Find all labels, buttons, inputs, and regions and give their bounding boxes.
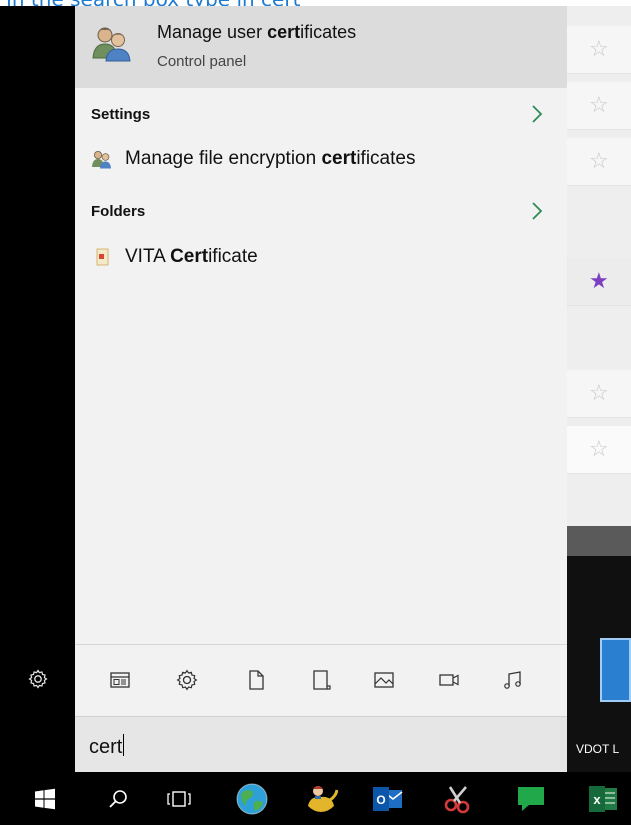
background-row: ☆	[567, 426, 631, 474]
document-file-icon	[91, 247, 113, 267]
task-view-icon[interactable]	[151, 772, 207, 825]
desktop-shortcut-label: VDOT L	[576, 742, 620, 756]
background-row: ☆	[567, 370, 631, 418]
svg-text:x: x	[593, 792, 601, 807]
star-outline-icon[interactable]: ☆	[589, 438, 609, 460]
windows-start-icon[interactable]	[17, 772, 73, 825]
users-icon	[91, 24, 131, 62]
excel-icon[interactable]: x	[575, 772, 631, 825]
background-row: ☆	[567, 26, 631, 74]
search-results-panel: Manage user certificates Control panel S…	[75, 6, 567, 772]
background-row: ☆	[567, 82, 631, 130]
photos-icon[interactable]	[373, 669, 395, 691]
svg-text:O: O	[376, 793, 385, 807]
search-input[interactable]: cert	[75, 716, 567, 772]
top-result-manage-user-certificates[interactable]: Manage user certificates Control panel	[75, 6, 567, 88]
background-row: ★	[567, 258, 631, 306]
background-row: ☆	[567, 138, 631, 186]
star-outline-icon[interactable]: ☆	[589, 38, 609, 60]
search-query-text: cert	[89, 734, 125, 758]
top-result-title: Manage user certificates	[157, 22, 357, 42]
users-icon	[91, 149, 113, 169]
outlook-icon[interactable]: O	[360, 772, 416, 825]
text-caret	[123, 734, 125, 756]
search-icon[interactable]	[90, 772, 146, 825]
chevron-right-icon[interactable]	[529, 104, 545, 124]
taskbar: O x	[0, 772, 631, 825]
videos-icon[interactable]	[438, 669, 460, 691]
music-icon[interactable]	[502, 669, 524, 691]
background-window: ☆ ☆ ☆ ★ ☆ ☆ VDOT L	[567, 6, 631, 772]
settings-icon[interactable]	[176, 669, 198, 691]
snipping-tool-icon[interactable]	[430, 772, 486, 825]
star-filled-icon[interactable]: ★	[589, 270, 609, 292]
chat-icon[interactable]	[503, 772, 559, 825]
section-settings-header: Settings	[91, 106, 151, 123]
globe-app-icon[interactable]	[224, 772, 280, 825]
folders-icon[interactable]	[311, 669, 333, 691]
star-outline-icon[interactable]: ☆	[589, 94, 609, 116]
background-bar	[567, 526, 631, 556]
star-outline-icon[interactable]: ☆	[589, 150, 609, 172]
documents-icon[interactable]	[245, 669, 267, 691]
desktop-shortcut-icon[interactable]	[600, 638, 631, 702]
top-result-subtitle: Control panel	[157, 53, 247, 70]
result-manage-file-encryption-certificates[interactable]: Manage file encryption certificates	[91, 148, 415, 176]
apps-icon[interactable]	[109, 669, 131, 691]
chevron-right-icon[interactable]	[529, 201, 545, 221]
gear-icon[interactable]	[28, 669, 48, 689]
start-left-rail	[0, 6, 75, 772]
genie-app-icon[interactable]	[293, 772, 349, 825]
search-filter-toolbar	[75, 644, 567, 716]
section-folders-header: Folders	[91, 203, 146, 220]
result-vita-certificate[interactable]: VITA Certificate	[91, 246, 258, 274]
star-outline-icon[interactable]: ☆	[589, 382, 609, 404]
